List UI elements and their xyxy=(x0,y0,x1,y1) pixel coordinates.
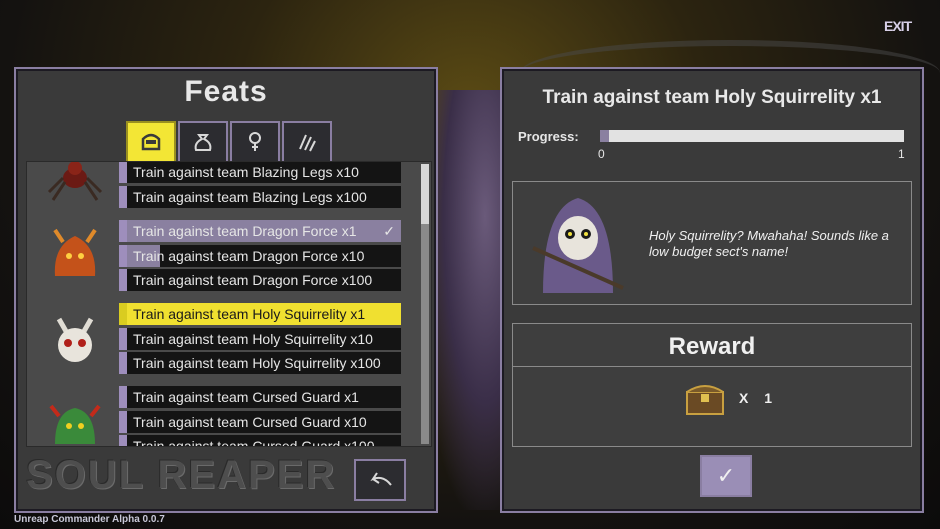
version-label: Unreap Commander Alpha 0.0.7 xyxy=(14,514,165,525)
tab-helmet[interactable] xyxy=(126,121,176,163)
dragon-portrait-icon xyxy=(43,224,107,288)
checkmark-icon: ✓ xyxy=(383,223,395,239)
feat-row[interactable]: Train against team Blazing Legs x10 xyxy=(119,162,401,183)
soul-reaper-logo: SOUL REAPER xyxy=(26,453,337,497)
sack-icon xyxy=(194,134,212,151)
progress-max: 1 xyxy=(898,147,905,161)
progress-bar-fill xyxy=(600,130,610,142)
opponent-quote: Holy Squirrelity? Mwahaha! Sounds like a… xyxy=(649,228,889,259)
feat-group-dragon-force: Train against team Dragon Force x1 ✓ Tra… xyxy=(27,220,427,296)
feat-row[interactable]: Train against team Cursed Guard x100 xyxy=(119,435,401,446)
confirm-button[interactable]: ✓ xyxy=(700,455,752,497)
feat-category-tabs xyxy=(126,121,332,163)
feats-title: Feats xyxy=(184,75,268,108)
back-button[interactable] xyxy=(354,459,406,501)
feat-group-holy-squirrelity: Train against team Holy Squirrelity x1 T… xyxy=(27,303,427,379)
feat-row-selected[interactable]: Train against team Holy Squirrelity x1 xyxy=(119,303,401,325)
feat-row[interactable]: Train against team Cursed Guard x1 xyxy=(119,386,401,408)
progress-min: 0 xyxy=(598,147,605,161)
feat-row[interactable]: Train against team Holy Squirrelity x10 xyxy=(119,328,401,350)
feat-row[interactable]: Train against team Cursed Guard x10 xyxy=(119,411,401,433)
reward-box: Reward X 1 xyxy=(512,323,912,447)
feat-row-completed[interactable]: Train against team Dragon Force x1 ✓ xyxy=(119,220,401,242)
feat-group-cursed-guard: Train against team Cursed Guard x1 Train… xyxy=(27,386,427,446)
feat-row[interactable]: Train against team Dragon Force x10 xyxy=(119,245,401,267)
progress-label: Progress: xyxy=(518,129,579,144)
exit-button[interactable]: EXIT xyxy=(884,18,912,34)
feats-panel: Feats Train against team Blazing Legs x1… xyxy=(14,67,438,513)
reward-quantity: X 1 xyxy=(739,390,779,406)
tab-sack[interactable] xyxy=(178,121,228,163)
feat-row[interactable]: Train against team Blazing Legs x100 xyxy=(119,186,401,208)
feats-list[interactable]: Train against team Blazing Legs x10 Trai… xyxy=(26,161,432,447)
feat-row[interactable]: Train against team Dragon Force x100 xyxy=(119,269,401,291)
feat-row[interactable]: Train against team Holy Squirrelity x100 xyxy=(119,352,401,374)
helmet-icon xyxy=(141,133,161,151)
reaper-portrait-icon xyxy=(523,188,633,298)
feat-detail-panel: Train against team Holy Squirrelity x1 P… xyxy=(500,67,924,513)
squirrel-portrait-icon xyxy=(43,309,107,373)
lizard-portrait-icon xyxy=(43,392,107,446)
claw-icon xyxy=(299,134,316,152)
tab-claw[interactable] xyxy=(282,121,332,163)
reward-title: Reward xyxy=(513,324,911,367)
spider-portrait-icon xyxy=(43,162,107,212)
feats-scrollbar[interactable] xyxy=(421,164,429,444)
back-arrow-icon xyxy=(370,472,392,486)
feat-detail-title: Train against team Holy Squirrelity x1 xyxy=(542,87,882,108)
treasure-chest-icon xyxy=(686,385,724,415)
tab-scroll[interactable] xyxy=(230,121,280,163)
scroll-icon xyxy=(249,132,261,151)
reward-item: X 1 xyxy=(685,380,778,416)
scrollbar-thumb[interactable] xyxy=(421,164,429,224)
feat-group-blazing-legs: Train against team Blazing Legs x10 Trai… xyxy=(27,162,427,218)
checkmark-icon: ✓ xyxy=(716,463,736,488)
opponent-quote-box: Holy Squirrelity? Mwahaha! Sounds like a… xyxy=(512,181,912,305)
progress-bar xyxy=(600,130,904,142)
